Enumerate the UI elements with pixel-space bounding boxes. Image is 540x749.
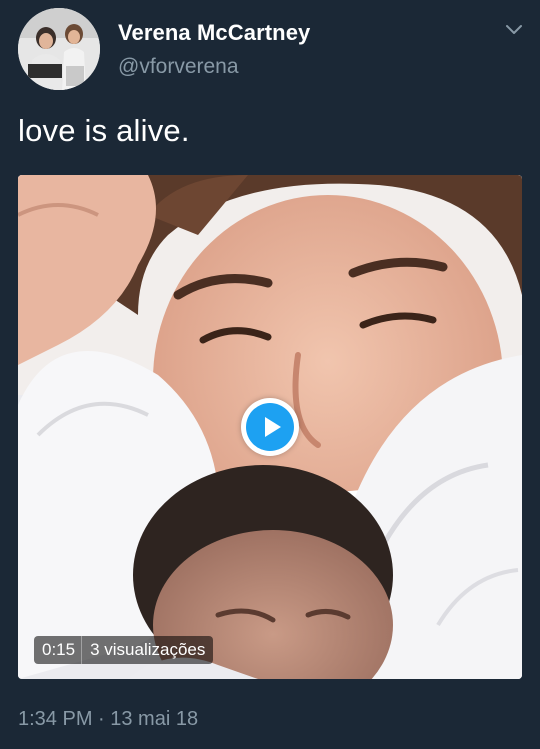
author-name[interactable]: Verena McCartney: [118, 20, 310, 46]
tweet-timestamp[interactable]: 1:34 PM · 13 mai 18: [18, 708, 198, 731]
video-info-badges: 0:15 3 visualizações: [34, 636, 214, 664]
video-view-count: 3 visualizações: [90, 640, 206, 659]
author-handle[interactable]: @vforverena: [118, 55, 239, 79]
tweet-text: love is alive.: [18, 113, 190, 148]
video-duration: 0:15: [34, 636, 83, 664]
chevron-down-icon[interactable]: [503, 22, 525, 38]
play-icon: [265, 417, 281, 437]
avatar[interactable]: [18, 8, 100, 90]
play-button[interactable]: [241, 398, 299, 456]
